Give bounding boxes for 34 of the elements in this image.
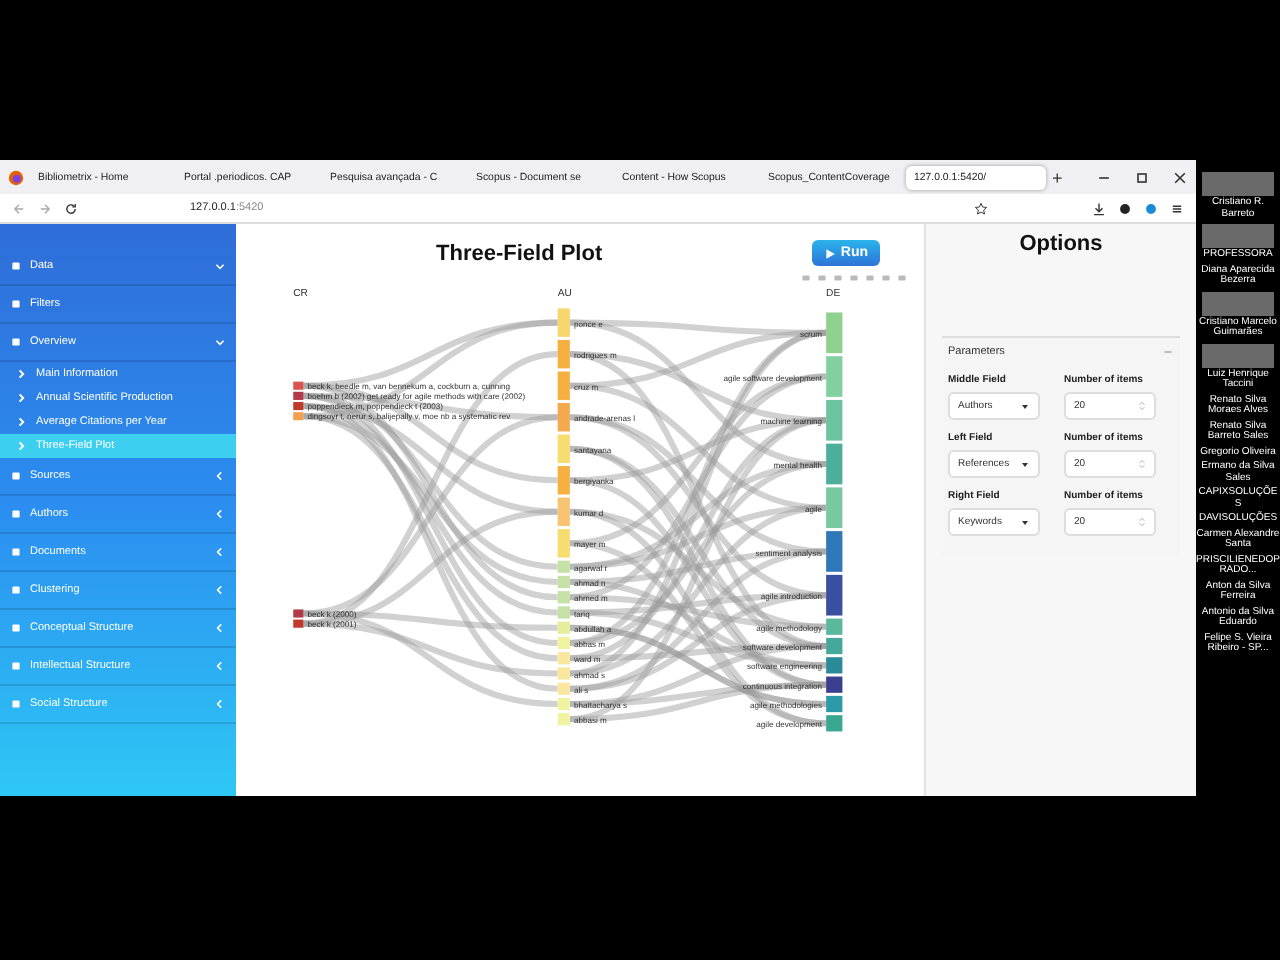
options-title: Options xyxy=(1017,232,1105,256)
caret-icon xyxy=(1020,459,1030,469)
new-tab-button[interactable]: + xyxy=(1052,167,1063,187)
video-placeholder xyxy=(1202,343,1274,367)
star-icon[interactable] xyxy=(974,201,988,215)
caret-icon xyxy=(1020,401,1030,411)
spinner-arrows-icon[interactable] xyxy=(1138,516,1146,528)
menu-item-icon xyxy=(10,698,22,710)
menu-item-icon xyxy=(10,260,22,272)
reload-icon[interactable] xyxy=(64,201,78,215)
menu-item-icon xyxy=(10,660,22,672)
spinner-arrows-icon[interactable] xyxy=(1138,458,1146,470)
menu-item-icon xyxy=(10,508,22,520)
plot-title: Three-Field Plot xyxy=(436,241,603,265)
menu-item-icon xyxy=(10,336,22,348)
menu-icon[interactable] xyxy=(1170,201,1184,215)
video-placeholder xyxy=(1202,172,1274,196)
close-icon[interactable] xyxy=(1172,169,1188,185)
collapse-icon[interactable] xyxy=(1162,346,1174,358)
menu-item-icon xyxy=(10,622,22,634)
play-icon xyxy=(824,247,837,259)
menu-item-icon xyxy=(10,584,22,596)
download-icon[interactable] xyxy=(1092,201,1106,215)
back-icon[interactable] xyxy=(12,201,26,215)
video-placeholder xyxy=(1202,291,1274,315)
menu-item-icon xyxy=(10,546,22,558)
maximize-icon[interactable] xyxy=(1134,169,1150,185)
forward-icon[interactable] xyxy=(38,201,52,215)
video-placeholder xyxy=(1202,224,1274,248)
menu-item-icon xyxy=(10,470,22,482)
caret-icon xyxy=(1020,517,1030,527)
spinner-arrows-icon[interactable] xyxy=(1138,400,1146,412)
menu-item-icon xyxy=(10,298,22,310)
browser-logo-icon[interactable] xyxy=(8,169,24,185)
